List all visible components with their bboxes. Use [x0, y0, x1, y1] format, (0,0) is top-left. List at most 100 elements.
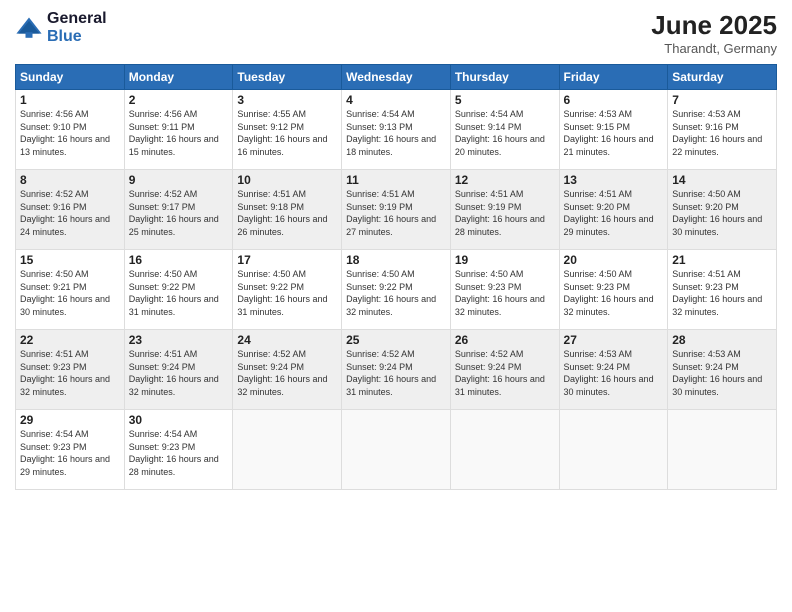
week-row-1: 1Sunrise: 4:56 AMSunset: 9:10 PMDaylight… — [16, 90, 777, 170]
table-row: 25Sunrise: 4:52 AMSunset: 9:24 PMDayligh… — [342, 330, 451, 410]
day-info: Sunrise: 4:51 AMSunset: 9:19 PMDaylight:… — [455, 188, 555, 238]
col-wednesday: Wednesday — [342, 65, 451, 90]
table-row — [233, 410, 342, 490]
table-row: 2Sunrise: 4:56 AMSunset: 9:11 PMDaylight… — [124, 90, 233, 170]
table-row: 12Sunrise: 4:51 AMSunset: 9:19 PMDayligh… — [450, 170, 559, 250]
calendar-header-row: Sunday Monday Tuesday Wednesday Thursday… — [16, 65, 777, 90]
logo: General Blue — [15, 10, 107, 45]
day-number: 19 — [455, 253, 555, 267]
day-info: Sunrise: 4:50 AMSunset: 9:21 PMDaylight:… — [20, 268, 120, 318]
day-info: Sunrise: 4:51 AMSunset: 9:18 PMDaylight:… — [237, 188, 337, 238]
calendar-table: Sunday Monday Tuesday Wednesday Thursday… — [15, 64, 777, 490]
day-number: 6 — [564, 93, 664, 107]
day-info: Sunrise: 4:52 AMSunset: 9:17 PMDaylight:… — [129, 188, 229, 238]
header: General Blue June 2025 Tharandt, Germany — [15, 10, 777, 56]
table-row: 14Sunrise: 4:50 AMSunset: 9:20 PMDayligh… — [668, 170, 777, 250]
col-thursday: Thursday — [450, 65, 559, 90]
table-row — [450, 410, 559, 490]
day-number: 9 — [129, 173, 229, 187]
table-row: 9Sunrise: 4:52 AMSunset: 9:17 PMDaylight… — [124, 170, 233, 250]
month-title: June 2025 — [651, 10, 777, 41]
col-monday: Monday — [124, 65, 233, 90]
table-row: 17Sunrise: 4:50 AMSunset: 9:22 PMDayligh… — [233, 250, 342, 330]
day-info: Sunrise: 4:54 AMSunset: 9:23 PMDaylight:… — [129, 428, 229, 478]
week-row-2: 8Sunrise: 4:52 AMSunset: 9:16 PMDaylight… — [16, 170, 777, 250]
day-number: 8 — [20, 173, 120, 187]
day-number: 21 — [672, 253, 772, 267]
day-number: 17 — [237, 253, 337, 267]
table-row: 18Sunrise: 4:50 AMSunset: 9:22 PMDayligh… — [342, 250, 451, 330]
table-row: 10Sunrise: 4:51 AMSunset: 9:18 PMDayligh… — [233, 170, 342, 250]
table-row: 19Sunrise: 4:50 AMSunset: 9:23 PMDayligh… — [450, 250, 559, 330]
day-number: 2 — [129, 93, 229, 107]
table-row: 30Sunrise: 4:54 AMSunset: 9:23 PMDayligh… — [124, 410, 233, 490]
day-info: Sunrise: 4:54 AMSunset: 9:23 PMDaylight:… — [20, 428, 120, 478]
logo-text: General Blue — [47, 10, 107, 45]
day-info: Sunrise: 4:51 AMSunset: 9:23 PMDaylight:… — [672, 268, 772, 318]
table-row: 1Sunrise: 4:56 AMSunset: 9:10 PMDaylight… — [16, 90, 125, 170]
week-row-3: 15Sunrise: 4:50 AMSunset: 9:21 PMDayligh… — [16, 250, 777, 330]
day-info: Sunrise: 4:54 AMSunset: 9:13 PMDaylight:… — [346, 108, 446, 158]
col-tuesday: Tuesday — [233, 65, 342, 90]
day-number: 30 — [129, 413, 229, 427]
day-number: 12 — [455, 173, 555, 187]
day-number: 24 — [237, 333, 337, 347]
day-number: 13 — [564, 173, 664, 187]
day-number: 18 — [346, 253, 446, 267]
title-block: June 2025 Tharandt, Germany — [651, 10, 777, 56]
day-number: 28 — [672, 333, 772, 347]
day-number: 26 — [455, 333, 555, 347]
table-row: 8Sunrise: 4:52 AMSunset: 9:16 PMDaylight… — [16, 170, 125, 250]
day-number: 1 — [20, 93, 120, 107]
day-info: Sunrise: 4:50 AMSunset: 9:23 PMDaylight:… — [455, 268, 555, 318]
day-info: Sunrise: 4:56 AMSunset: 9:11 PMDaylight:… — [129, 108, 229, 158]
table-row: 6Sunrise: 4:53 AMSunset: 9:15 PMDaylight… — [559, 90, 668, 170]
table-row: 28Sunrise: 4:53 AMSunset: 9:24 PMDayligh… — [668, 330, 777, 410]
day-info: Sunrise: 4:52 AMSunset: 9:24 PMDaylight:… — [455, 348, 555, 398]
col-sunday: Sunday — [16, 65, 125, 90]
table-row: 3Sunrise: 4:55 AMSunset: 9:12 PMDaylight… — [233, 90, 342, 170]
day-number: 29 — [20, 413, 120, 427]
table-row: 22Sunrise: 4:51 AMSunset: 9:23 PMDayligh… — [16, 330, 125, 410]
col-friday: Friday — [559, 65, 668, 90]
table-row: 11Sunrise: 4:51 AMSunset: 9:19 PMDayligh… — [342, 170, 451, 250]
day-info: Sunrise: 4:53 AMSunset: 9:24 PMDaylight:… — [564, 348, 664, 398]
location: Tharandt, Germany — [651, 41, 777, 56]
day-number: 7 — [672, 93, 772, 107]
week-row-4: 22Sunrise: 4:51 AMSunset: 9:23 PMDayligh… — [16, 330, 777, 410]
table-row: 15Sunrise: 4:50 AMSunset: 9:21 PMDayligh… — [16, 250, 125, 330]
day-number: 23 — [129, 333, 229, 347]
day-info: Sunrise: 4:52 AMSunset: 9:16 PMDaylight:… — [20, 188, 120, 238]
logo-blue-text: Blue — [47, 28, 107, 46]
day-number: 22 — [20, 333, 120, 347]
day-info: Sunrise: 4:52 AMSunset: 9:24 PMDaylight:… — [346, 348, 446, 398]
table-row: 21Sunrise: 4:51 AMSunset: 9:23 PMDayligh… — [668, 250, 777, 330]
logo-icon — [15, 14, 43, 42]
day-info: Sunrise: 4:50 AMSunset: 9:22 PMDaylight:… — [346, 268, 446, 318]
table-row: 16Sunrise: 4:50 AMSunset: 9:22 PMDayligh… — [124, 250, 233, 330]
day-info: Sunrise: 4:50 AMSunset: 9:22 PMDaylight:… — [237, 268, 337, 318]
table-row: 29Sunrise: 4:54 AMSunset: 9:23 PMDayligh… — [16, 410, 125, 490]
day-info: Sunrise: 4:55 AMSunset: 9:12 PMDaylight:… — [237, 108, 337, 158]
day-info: Sunrise: 4:50 AMSunset: 9:23 PMDaylight:… — [564, 268, 664, 318]
day-info: Sunrise: 4:51 AMSunset: 9:20 PMDaylight:… — [564, 188, 664, 238]
table-row: 4Sunrise: 4:54 AMSunset: 9:13 PMDaylight… — [342, 90, 451, 170]
day-number: 4 — [346, 93, 446, 107]
table-row: 5Sunrise: 4:54 AMSunset: 9:14 PMDaylight… — [450, 90, 559, 170]
day-info: Sunrise: 4:53 AMSunset: 9:15 PMDaylight:… — [564, 108, 664, 158]
day-number: 20 — [564, 253, 664, 267]
day-info: Sunrise: 4:51 AMSunset: 9:24 PMDaylight:… — [129, 348, 229, 398]
day-number: 16 — [129, 253, 229, 267]
logo-general-text: General — [47, 10, 107, 28]
day-number: 25 — [346, 333, 446, 347]
table-row: 13Sunrise: 4:51 AMSunset: 9:20 PMDayligh… — [559, 170, 668, 250]
col-saturday: Saturday — [668, 65, 777, 90]
table-row — [668, 410, 777, 490]
table-row: 7Sunrise: 4:53 AMSunset: 9:16 PMDaylight… — [668, 90, 777, 170]
day-number: 3 — [237, 93, 337, 107]
day-info: Sunrise: 4:52 AMSunset: 9:24 PMDaylight:… — [237, 348, 337, 398]
table-row: 20Sunrise: 4:50 AMSunset: 9:23 PMDayligh… — [559, 250, 668, 330]
day-number: 10 — [237, 173, 337, 187]
day-info: Sunrise: 4:51 AMSunset: 9:19 PMDaylight:… — [346, 188, 446, 238]
day-info: Sunrise: 4:53 AMSunset: 9:16 PMDaylight:… — [672, 108, 772, 158]
